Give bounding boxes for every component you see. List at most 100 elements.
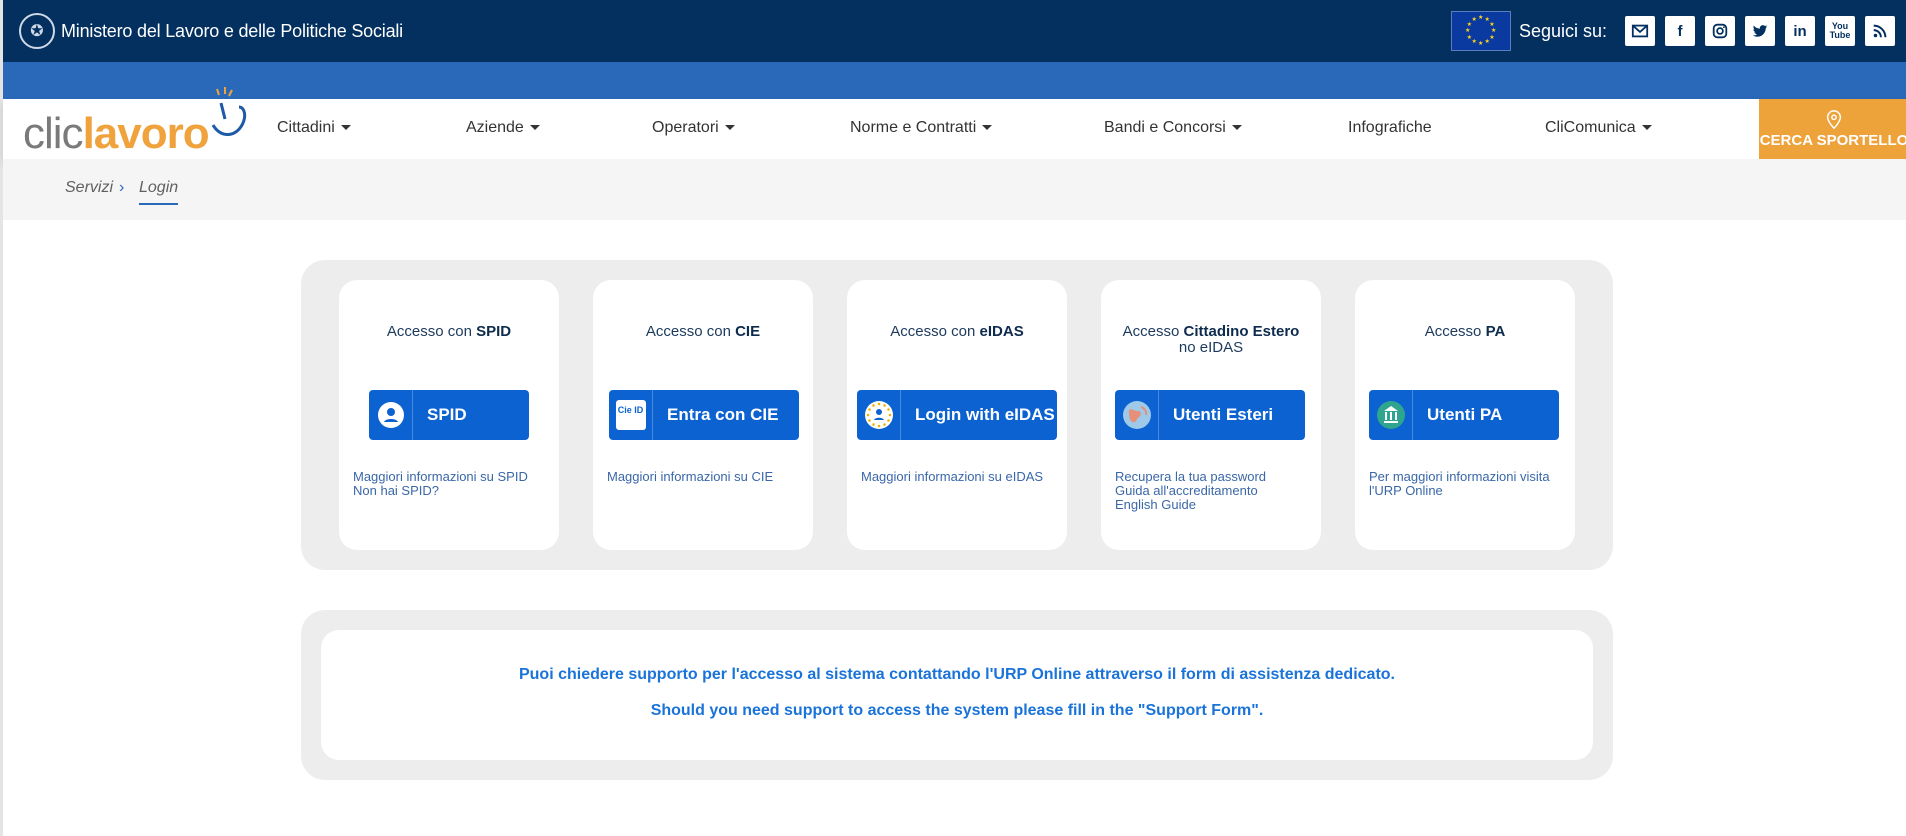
card-title-bold: SPID [476, 323, 512, 340]
urp-online-link[interactable]: l'URP Online [1369, 484, 1569, 498]
pa-info-text[interactable]: Per maggiori informazioni visita [1369, 470, 1569, 484]
spid-info-link[interactable]: Maggiori informazioni su SPID [353, 470, 553, 484]
cerca-sportello-label: CERCA SPORTELLO [1759, 131, 1906, 149]
card-title-line2: no eIDAS [1178, 339, 1244, 356]
cerca-sportello-button[interactable]: CERCA SPORTELLO [1759, 99, 1906, 159]
login-options-panel: Accesso con SPID SPID Maggiori informazi… [301, 260, 1613, 570]
nav-item-aziende[interactable]: Aziende [466, 119, 540, 137]
recover-password-link[interactable]: Recupera la tua password [1115, 470, 1315, 484]
breadcrumb: Servizi › Login [3, 159, 1906, 220]
card-links: Recupera la tua password Guida all'accre… [1115, 470, 1315, 512]
foreign-citizen-card: Accesso Cittadino Estero no eIDAS Utenti … [1101, 280, 1321, 550]
eu-star-icon: ★ [1464, 28, 1471, 34]
eu-star-icon: ★ [1477, 15, 1484, 21]
twitter-icon[interactable] [1745, 16, 1775, 46]
card-title: Accesso con SPID [339, 324, 559, 340]
cliclavoro-logo[interactable]: cliclavoro [23, 83, 253, 159]
card-title-prefix: Accesso [1424, 323, 1486, 340]
card-title: Accesso PA [1355, 324, 1575, 340]
support-text-italian[interactable]: Puoi chiedere supporto per l'accesso al … [321, 666, 1593, 684]
english-guide-link[interactable]: English Guide [1115, 498, 1315, 512]
card-title-prefix: Accesso con [890, 323, 980, 340]
card-title-prefix: Accesso [1122, 323, 1184, 340]
no-spid-link[interactable]: Non hai SPID? [353, 484, 553, 498]
nav-item-infografiche[interactable]: Infografiche [1348, 119, 1432, 137]
cie-login-button[interactable]: Cie ID Entra con CIE [609, 390, 799, 440]
linkedin-icon[interactable]: in [1785, 16, 1815, 46]
breadcrumb-servizi[interactable]: Servizi [65, 179, 113, 197]
top-bar: ✪ Ministero del Lavoro e delle Politiche… [3, 0, 1906, 62]
rss-icon[interactable] [1865, 16, 1895, 46]
instagram-icon[interactable] [1705, 16, 1735, 46]
secondary-bar [3, 62, 1906, 99]
support-panel: Puoi chiedere supporto per l'accesso al … [301, 610, 1613, 780]
nav-item-bandi-concorsi[interactable]: Bandi e Concorsi [1104, 119, 1242, 137]
ministry-name[interactable]: Ministero del Lavoro e delle Politiche S… [61, 21, 403, 42]
card-title-prefix: Accesso con [386, 323, 477, 340]
pa-login-button[interactable]: Utenti PA [1369, 390, 1559, 440]
card-links: Maggiori informazioni su CIE [607, 470, 807, 484]
pa-card: Accesso PA Utenti PA Per maggiori inform… [1355, 280, 1575, 550]
foreign-users-login-button[interactable]: Utenti Esteri [1115, 390, 1305, 440]
eidas-star-icon [877, 424, 880, 428]
eidas-login-button[interactable]: Login with eIDAS [857, 390, 1057, 440]
eidas-button-label: Login with eIDAS [915, 405, 1055, 424]
spid-card: Accesso con SPID SPID Maggiori informazi… [339, 280, 559, 550]
caret-down-icon [724, 125, 735, 131]
eidas-info-link[interactable]: Maggiori informazioni su eIDAS [861, 470, 1061, 484]
youtube-icon[interactable]: You Tube [1825, 16, 1855, 46]
card-title: Accesso con CIE [593, 324, 813, 340]
nav-item-operatori[interactable]: Operatori [652, 119, 735, 137]
spid-login-button[interactable]: SPID [369, 390, 529, 440]
mail-icon[interactable] [1625, 16, 1655, 46]
hand-pointer-icon [211, 87, 247, 136]
eidas-star-icon [877, 402, 880, 406]
eidas-star-icon [886, 419, 890, 422]
eidas-star-icon [871, 423, 875, 426]
cie-id-icon: Cie ID [609, 390, 653, 440]
nav-item-cittadini[interactable]: Cittadini [277, 119, 351, 137]
eu-flag-icon: ★ ★ ★ ★ ★ ★ ★ ★ ★ ★ ★ ★ [1450, 11, 1511, 51]
support-text-english[interactable]: Should you need support to access the sy… [321, 702, 1593, 720]
card-title: Accesso con eIDAS [847, 324, 1067, 340]
ministry-emblem-icon[interactable]: ✪ [19, 13, 55, 49]
logo-wordmark: cliclavoro [23, 109, 210, 159]
accreditation-guide-link[interactable]: Guida all'accreditamento [1115, 484, 1315, 498]
nav-item-label: Norme e Contratti [850, 119, 977, 136]
caret-down-icon [982, 125, 993, 131]
eidas-star-icon [882, 404, 886, 407]
eidas-star-icon [882, 423, 886, 426]
institution-icon [1369, 390, 1413, 440]
cie-id-icon-text: Cie ID [615, 400, 646, 430]
nav-item-clicomunica[interactable]: CliComunica [1545, 119, 1652, 137]
facebook-icon[interactable]: f [1665, 16, 1695, 46]
eidas-star-icon [866, 413, 869, 417]
eidas-card: Accesso con eIDAS Login with eIDAS Maggi… [847, 280, 1067, 550]
caret-down-icon [529, 125, 540, 131]
caret-down-icon [1641, 125, 1652, 131]
nav-item-label: Infografiche [1348, 119, 1432, 136]
eidas-star-icon [867, 419, 871, 422]
eidas-star-icon [886, 408, 890, 411]
card-title-bold: eIDAS [979, 323, 1024, 340]
cie-info-link[interactable]: Maggiori informazioni su CIE [607, 470, 807, 484]
card-links: Maggiori informazioni su eIDAS [861, 470, 1061, 484]
page: ✪ Ministero del Lavoro e delle Politiche… [0, 0, 1906, 836]
card-title-bold: PA [1485, 323, 1506, 340]
main-navbar: cliclavoro Cittadini Aziende Operatori N… [3, 87, 1906, 159]
eidas-star-icon [867, 408, 871, 411]
eu-star-icon: ★ [1484, 39, 1490, 46]
nav-item-norme-contratti[interactable]: Norme e Contratti [850, 119, 993, 137]
pa-button-label: Utenti PA [1427, 405, 1503, 424]
card-links: Maggiori informazioni su SPID Non hai SP… [353, 470, 553, 498]
nav-item-label: Cittadini [277, 119, 335, 136]
eu-star-icon: ★ [1490, 28, 1497, 34]
cie-card: Accesso con CIE Cie ID Entra con CIE Mag… [593, 280, 813, 550]
card-title: Accesso Cittadino Estero no eIDAS [1101, 324, 1321, 356]
logo-part-lavoro: lavoro [82, 109, 210, 158]
eu-star-icon: ★ [1477, 41, 1484, 47]
foreign-users-button-label: Utenti Esteri [1173, 405, 1274, 424]
nav-item-label: Aziende [466, 119, 524, 136]
user-circle-icon [369, 390, 413, 440]
spid-button-label: SPID [427, 405, 467, 424]
